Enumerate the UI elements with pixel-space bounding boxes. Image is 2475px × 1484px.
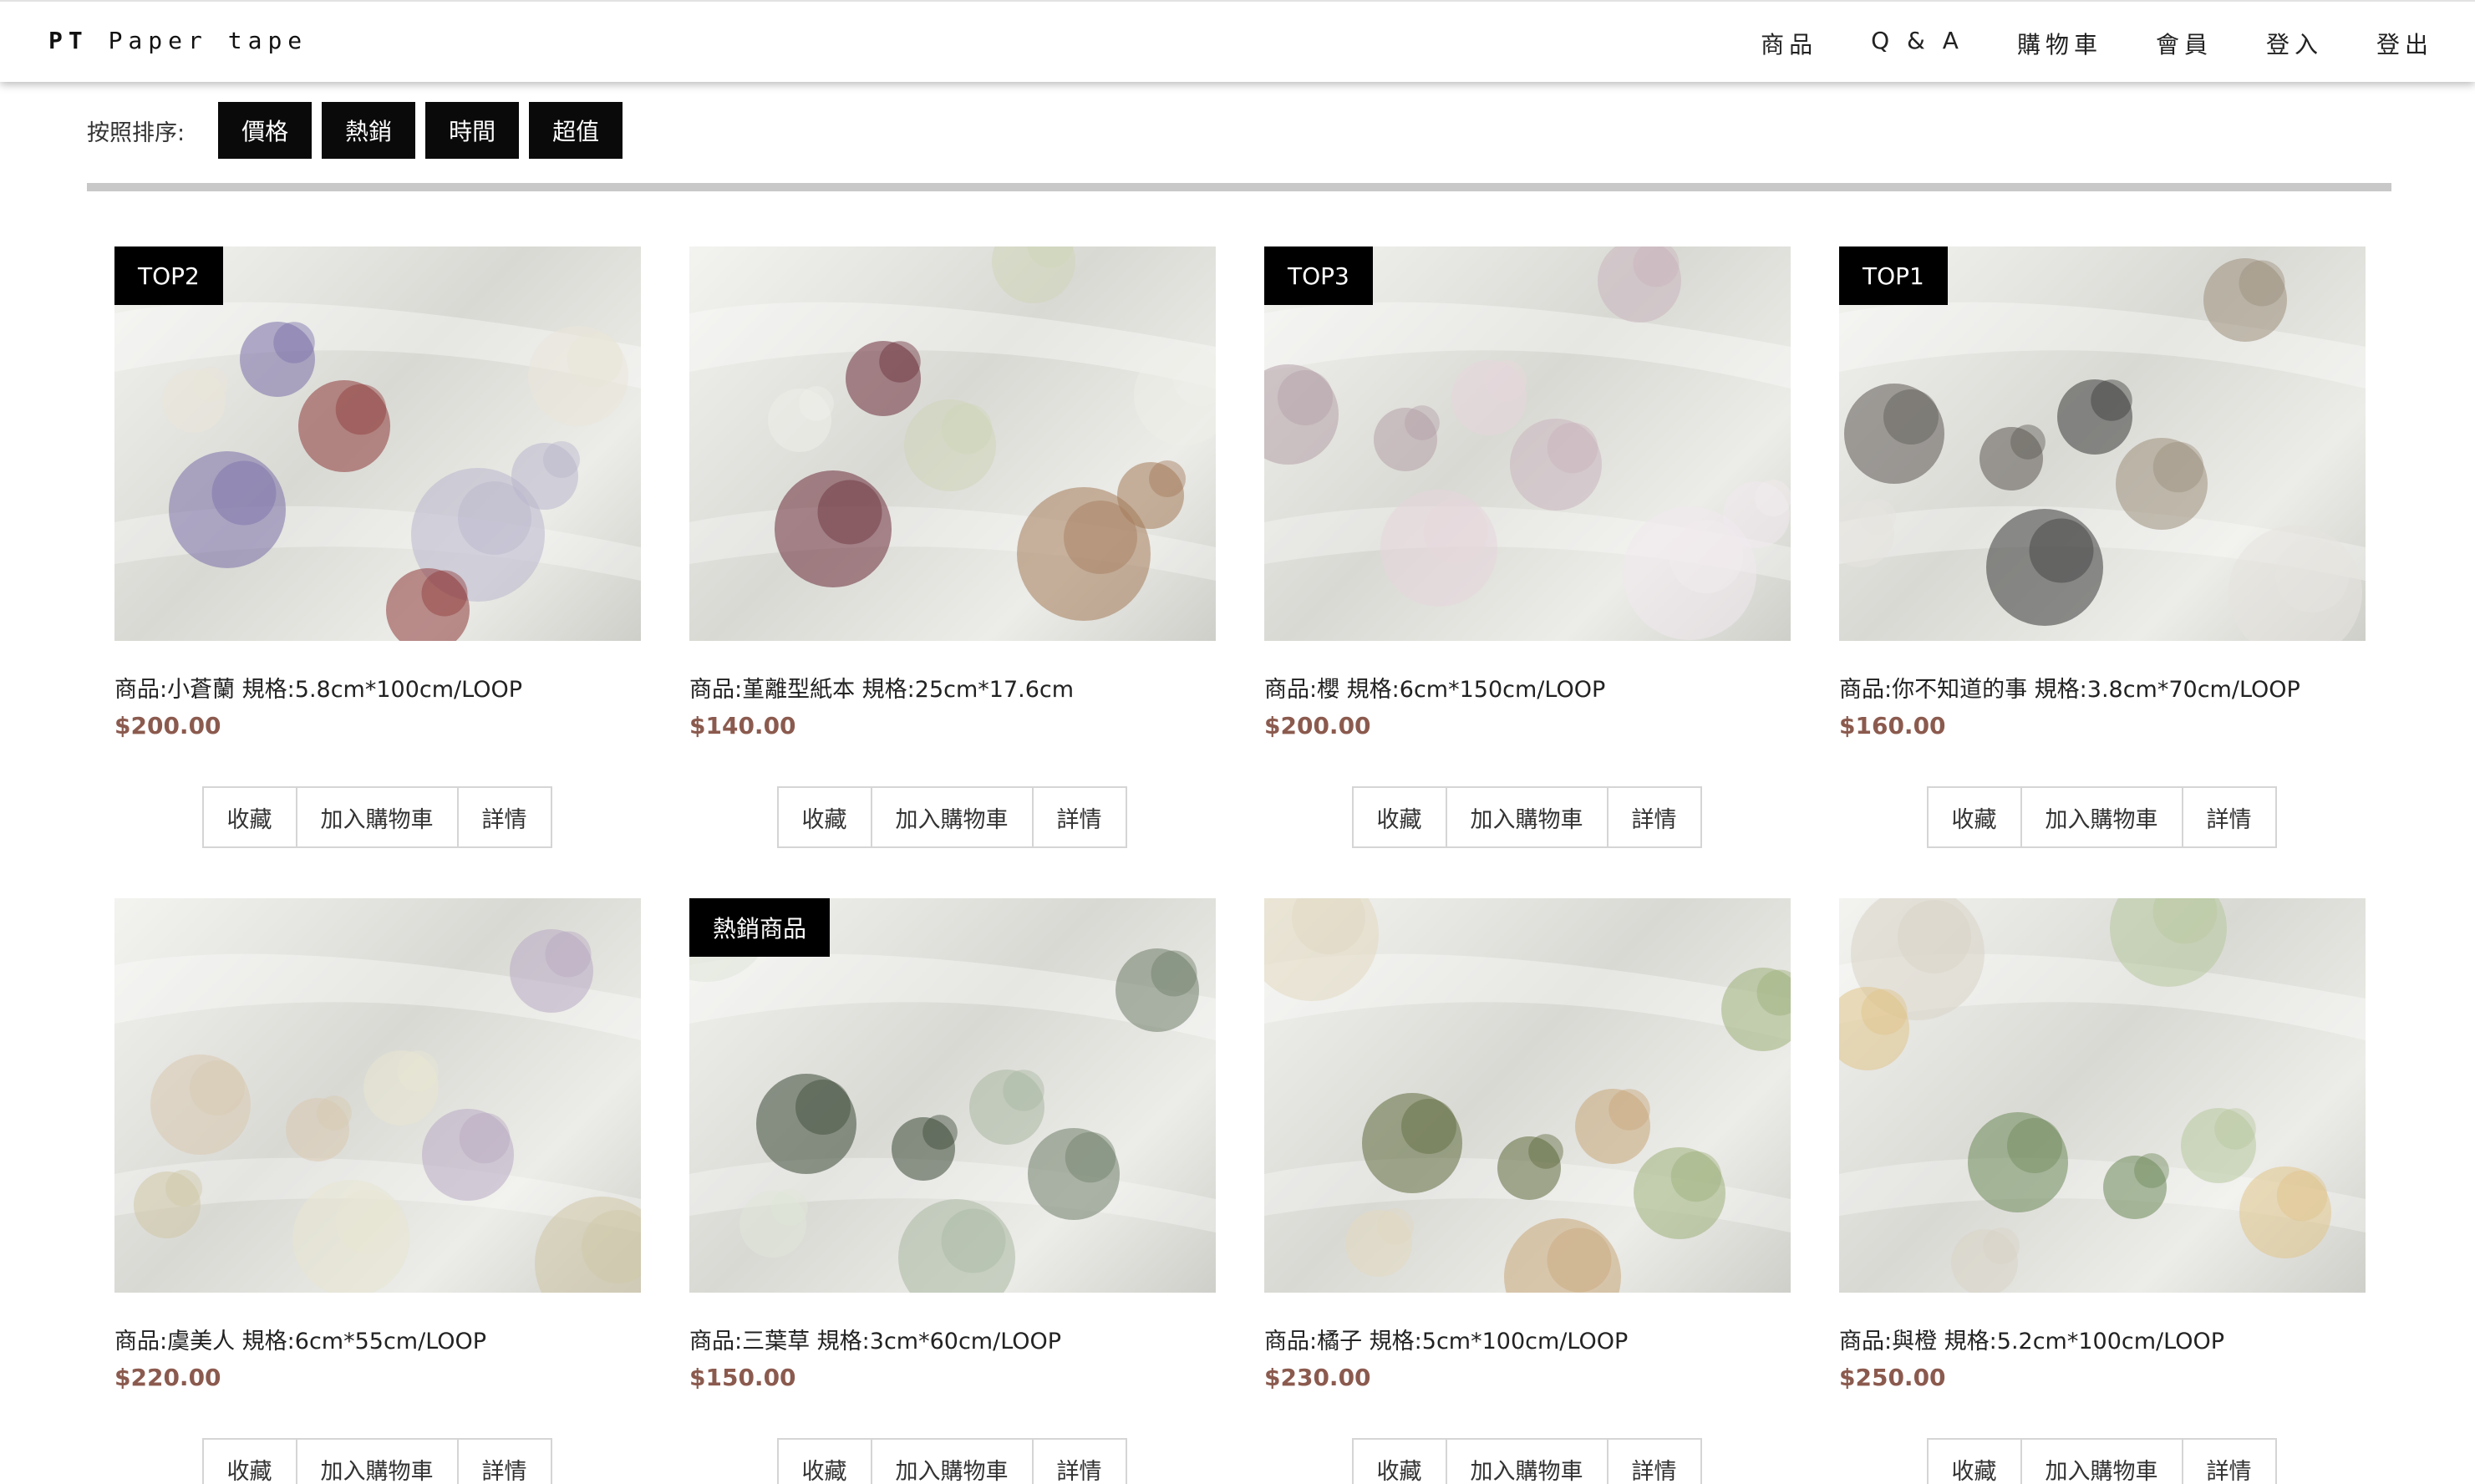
product-card: 熱銷商品 商品:三葉草 規格:3cm*60cm/LOOP $150.00 收藏 … bbox=[689, 898, 1216, 1484]
product-price: $230.00 bbox=[1264, 1364, 1371, 1391]
nav-qa[interactable]: Q & A bbox=[1871, 27, 1964, 60]
add-to-cart-button[interactable]: 加入購物車 bbox=[2020, 786, 2183, 848]
product-card: 商品:堇離型紙本 規格:25cm*17.6cm $140.00 收藏 加入購物車… bbox=[689, 246, 1216, 848]
product-card: TOP1 商品:你不知道的事 規格:3.8cm*70cm/LOOP $160.0… bbox=[1839, 246, 2366, 848]
product-image[interactable] bbox=[689, 246, 1216, 641]
favorite-button[interactable]: 收藏 bbox=[776, 1438, 872, 1484]
product-image[interactable] bbox=[1839, 898, 2366, 1293]
sort-bar: 按照排序: 價格 熱銷 時間 超值 bbox=[87, 102, 633, 159]
product-card: 商品:虞美人 規格:6cm*55cm/LOOP $220.00 收藏 加入購物車… bbox=[114, 898, 641, 1484]
product-image[interactable]: TOP3 bbox=[1264, 246, 1791, 641]
product-rank-badge: 熱銷商品 bbox=[689, 898, 831, 957]
product-actions: 收藏 加入購物車 詳情 bbox=[689, 786, 1216, 848]
product-actions: 收藏 加入購物車 詳情 bbox=[114, 1438, 641, 1484]
sort-label: 按照排序: bbox=[87, 119, 185, 146]
favorite-button[interactable]: 收藏 bbox=[776, 786, 872, 848]
details-button[interactable]: 詳情 bbox=[2181, 786, 2277, 848]
product-actions: 收藏 加入購物車 詳情 bbox=[689, 1438, 1216, 1484]
product-name: 商品:與橙 規格:5.2cm*100cm/LOOP bbox=[1839, 1329, 2225, 1354]
product-card: TOP3 商品:櫻 規格:6cm*150cm/LOOP $200.00 收藏 加… bbox=[1264, 246, 1791, 848]
main-nav: 商品 Q & A 購物車 會員 登入 登出 bbox=[1761, 27, 2433, 60]
favorite-button[interactable]: 收藏 bbox=[201, 1438, 297, 1484]
product-card: 商品:與橙 規格:5.2cm*100cm/LOOP $250.00 收藏 加入購… bbox=[1839, 898, 2366, 1484]
product-name: 商品:虞美人 規格:6cm*55cm/LOOP bbox=[114, 1329, 487, 1354]
sort-by-time-button[interactable]: 時間 bbox=[425, 102, 520, 159]
brand-initials: PT bbox=[48, 27, 89, 54]
favorite-button[interactable]: 收藏 bbox=[1926, 1438, 2022, 1484]
product-image[interactable]: 熱銷商品 bbox=[689, 898, 1216, 1293]
product-photo-illustration bbox=[114, 929, 641, 1293]
favorite-button[interactable]: 收藏 bbox=[201, 786, 297, 848]
product-card: 商品:橘子 規格:5cm*100cm/LOOP $230.00 收藏 加入購物車… bbox=[1264, 898, 1791, 1484]
favorite-button[interactable]: 收藏 bbox=[1351, 1438, 1447, 1484]
product-name: 商品:你不知道的事 規格:3.8cm*70cm/LOOP bbox=[1839, 677, 2300, 703]
brand-logo[interactable]: PT Paper tape bbox=[48, 27, 307, 54]
details-button[interactable]: 詳情 bbox=[1031, 1438, 1127, 1484]
product-name: 商品:橘子 規格:5cm*100cm/LOOP bbox=[1264, 1329, 1629, 1354]
product-name: 商品:堇離型紙本 規格:25cm*17.6cm bbox=[689, 677, 1075, 703]
add-to-cart-button[interactable]: 加入購物車 bbox=[870, 786, 1034, 848]
product-price: $200.00 bbox=[1264, 712, 1371, 739]
add-to-cart-button[interactable]: 加入購物車 bbox=[870, 1438, 1034, 1484]
product-photo-illustration bbox=[1264, 898, 1791, 1293]
add-to-cart-button[interactable]: 加入購物車 bbox=[1445, 1438, 1608, 1484]
product-photo-illustration bbox=[114, 302, 641, 641]
sort-by-value-button[interactable]: 超值 bbox=[529, 102, 623, 159]
details-button[interactable]: 詳情 bbox=[1031, 786, 1127, 848]
product-actions: 收藏 加入購物車 詳情 bbox=[114, 786, 641, 848]
product-price: $220.00 bbox=[114, 1364, 221, 1391]
product-image[interactable] bbox=[114, 898, 641, 1293]
product-price: $150.00 bbox=[689, 1364, 796, 1391]
add-to-cart-button[interactable]: 加入購物車 bbox=[2020, 1438, 2183, 1484]
details-button[interactable]: 詳情 bbox=[456, 786, 552, 848]
add-to-cart-button[interactable]: 加入購物車 bbox=[295, 1438, 459, 1484]
product-photo-illustration bbox=[1839, 898, 2366, 1293]
nav-member[interactable]: 會員 bbox=[2156, 27, 2213, 60]
nav-cart[interactable]: 購物車 bbox=[2017, 27, 2102, 60]
product-photo-illustration bbox=[689, 246, 1216, 621]
product-actions: 收藏 加入購物車 詳情 bbox=[1264, 786, 1791, 848]
product-rank-badge: TOP2 bbox=[114, 246, 223, 305]
product-image[interactable]: TOP2 bbox=[114, 246, 641, 641]
product-photo-illustration bbox=[1264, 246, 1791, 640]
product-image[interactable] bbox=[1264, 898, 1791, 1293]
sort-by-popularity-button[interactable]: 熱銷 bbox=[322, 102, 416, 159]
details-button[interactable]: 詳情 bbox=[1606, 786, 1702, 848]
product-photo-illustration bbox=[689, 898, 1216, 1293]
product-price: $250.00 bbox=[1839, 1364, 1946, 1391]
add-to-cart-button[interactable]: 加入購物車 bbox=[1445, 786, 1608, 848]
details-button[interactable]: 詳情 bbox=[2181, 1438, 2277, 1484]
add-to-cart-button[interactable]: 加入購物車 bbox=[295, 786, 459, 848]
nav-login[interactable]: 登入 bbox=[2266, 27, 2323, 60]
brand-name: Paper tape bbox=[108, 27, 308, 54]
product-name: 商品:櫻 規格:6cm*150cm/LOOP bbox=[1264, 677, 1606, 703]
product-image[interactable]: TOP1 bbox=[1839, 246, 2366, 641]
product-actions: 收藏 加入購物車 詳情 bbox=[1264, 1438, 1791, 1484]
nav-products[interactable]: 商品 bbox=[1761, 27, 1817, 60]
details-button[interactable]: 詳情 bbox=[456, 1438, 552, 1484]
favorite-button[interactable]: 收藏 bbox=[1351, 786, 1447, 848]
product-name: 商品:三葉草 規格:3cm*60cm/LOOP bbox=[689, 1329, 1062, 1354]
product-price: $140.00 bbox=[689, 712, 796, 739]
product-price: $200.00 bbox=[114, 712, 221, 739]
product-photo-illustration bbox=[1839, 258, 2366, 641]
product-rank-badge: TOP1 bbox=[1839, 246, 1948, 305]
nav-logout[interactable]: 登出 bbox=[2376, 27, 2433, 60]
sort-by-price-button[interactable]: 價格 bbox=[218, 102, 313, 159]
section-divider bbox=[87, 183, 2391, 191]
product-rank-badge: TOP3 bbox=[1264, 246, 1373, 305]
product-actions: 收藏 加入購物車 詳情 bbox=[1839, 786, 2366, 848]
details-button[interactable]: 詳情 bbox=[1606, 1438, 1702, 1484]
top-navbar: PT Paper tape 商品 Q & A 購物車 會員 登入 登出 bbox=[0, 0, 2475, 82]
product-actions: 收藏 加入購物車 詳情 bbox=[1839, 1438, 2366, 1484]
product-price: $160.00 bbox=[1839, 712, 1946, 739]
product-name: 商品:小蒼蘭 規格:5.8cm*100cm/LOOP bbox=[114, 677, 523, 703]
favorite-button[interactable]: 收藏 bbox=[1926, 786, 2022, 848]
product-card: TOP2 商品:小蒼蘭 規格:5.8cm*100cm/LOOP $200.00 … bbox=[114, 246, 641, 848]
